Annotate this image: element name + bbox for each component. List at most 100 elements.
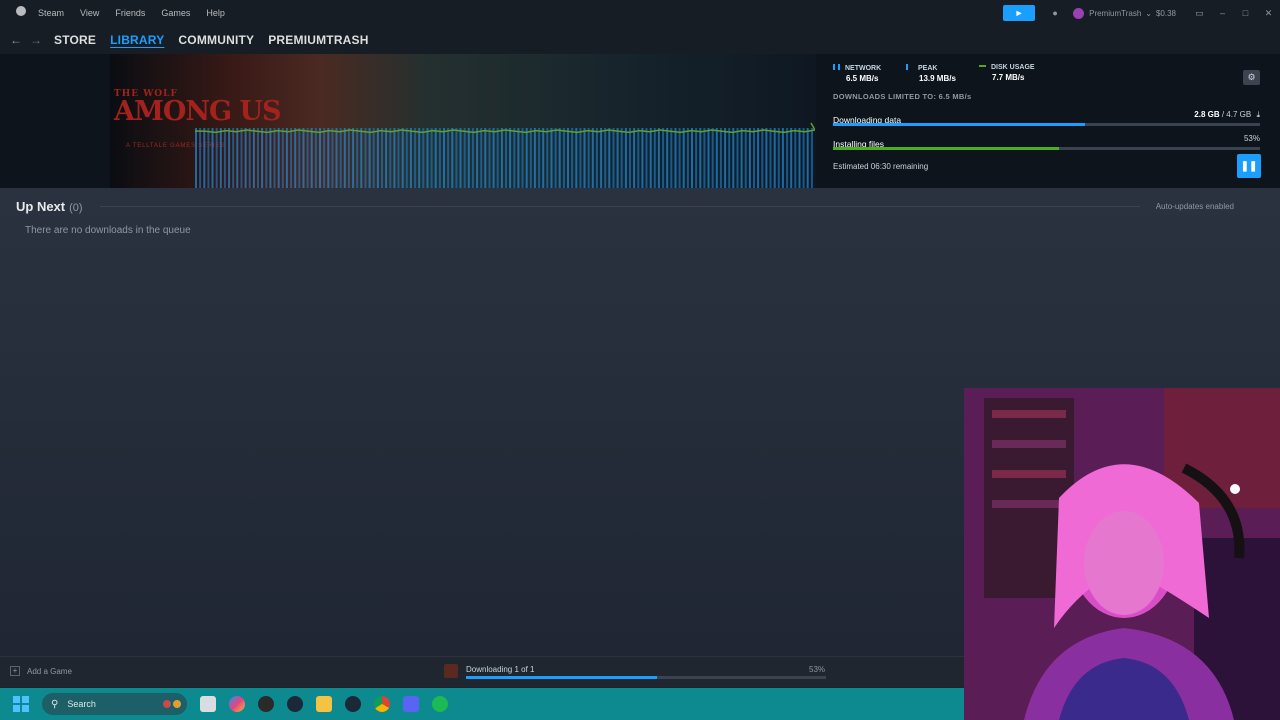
network-bar [786,128,789,188]
menu-steam[interactable]: Steam [30,0,72,26]
network-bar [686,128,689,188]
install-progress-bar [833,147,1260,150]
bar-chart-icon [833,64,840,70]
network-bar [331,128,334,188]
account-menu[interactable]: PremiumTrash ⌄ $0.38 [1073,7,1176,19]
chevron-down-icon: ⌄ [1145,8,1152,18]
network-bar [765,128,768,188]
network-usage-graph [195,122,815,188]
megaphone-icon[interactable]: ► [1003,5,1036,21]
big-picture-icon[interactable]: ▭ [1188,8,1211,19]
tab-profile[interactable]: PREMIUMTRASH [268,33,368,47]
steam-icon[interactable] [287,696,303,712]
downloads-status[interactable]: Downloading 1 of 1 [466,665,535,674]
network-bar [195,128,197,188]
download-progress-bar [833,123,1260,126]
menu-friends[interactable]: Friends [107,0,153,26]
network-bar [467,128,470,188]
spotify-icon[interactable] [432,696,448,712]
tab-community[interactable]: COMMUNITY [178,33,254,47]
network-bar [405,128,408,188]
network-bar [790,128,793,188]
webcam-overlay [964,388,1280,720]
tab-store[interactable]: STORE [54,33,96,47]
network-bar [211,128,214,188]
windows-start-icon[interactable] [13,696,29,712]
disk-line-icon [979,65,986,67]
game-thumbnail[interactable] [444,664,458,678]
menu-bar: Steam View Friends Games Help [0,0,233,26]
auto-updates-status[interactable]: Auto-updates enabled [1156,202,1234,211]
network-bar [587,128,590,188]
network-bar [269,128,272,188]
install-percent: 53% [1243,134,1260,143]
network-bar [529,128,532,188]
network-bar [732,128,735,188]
network-bar [327,128,330,188]
network-bar [319,128,321,188]
network-bar [517,128,520,188]
network-bar [707,128,710,188]
menu-help[interactable]: Help [198,0,233,26]
network-bar [480,128,483,188]
bell-icon[interactable]: ● [1045,8,1065,18]
pause-button[interactable]: ❚❚ [1237,154,1261,178]
network-bar [476,128,479,188]
empty-queue-message: There are no downloads in the queue [25,225,191,236]
network-bar [455,128,458,188]
network-bar [682,128,685,188]
network-bar [430,128,433,188]
steam-icon[interactable] [345,696,361,712]
network-bar [426,128,429,188]
menu-view[interactable]: View [72,0,107,26]
network-bar [290,128,293,188]
network-bar [397,128,400,188]
network-bar [649,128,652,188]
network-bar [352,128,355,188]
gear-icon[interactable]: ⚙ [1243,70,1260,85]
network-bar [794,128,797,188]
network-bar [314,128,317,188]
maximize-icon[interactable]: □ [1234,8,1257,18]
network-bar [484,128,487,188]
network-bar [513,128,516,188]
network-bar [666,128,669,188]
network-bar [281,128,284,188]
obs-icon[interactable] [258,696,274,712]
network-bar [509,128,512,188]
queue-count: (0) [69,202,83,214]
close-icon[interactable]: ✕ [1257,8,1280,19]
folder-icon[interactable] [316,696,332,712]
chrome-icon[interactable] [374,696,390,712]
network-bar [459,128,462,188]
forward-arrow-icon[interactable]: → [26,33,46,47]
network-bar [339,128,342,188]
network-bar [294,128,297,188]
network-bar [645,128,648,188]
network-bar [550,128,553,188]
network-bar [257,128,259,188]
file-explorer-icon[interactable] [200,696,216,712]
steam-logo-icon [8,0,30,26]
network-bar [691,128,693,188]
taskbar-search[interactable]: ⚲ Search [42,693,187,715]
divider [100,206,1140,207]
copilot-icon[interactable] [229,696,245,712]
account-name: PremiumTrash [1089,8,1142,18]
network-bar [364,128,367,188]
install-progress-fill [833,147,1060,150]
network-bar [744,128,747,188]
network-bar [757,128,760,188]
minimize-icon[interactable]: – [1211,8,1234,18]
back-arrow-icon[interactable]: ← [6,33,26,47]
add-game-button[interactable]: + Add a Game [10,666,72,676]
discord-icon[interactable] [403,696,419,712]
network-bar [567,128,569,188]
tab-library[interactable]: LIBRARY [110,33,164,47]
menu-games[interactable]: Games [153,0,198,26]
network-bar [347,128,350,188]
network-bar [401,128,404,188]
network-bar [728,128,731,188]
network-bar [624,128,627,188]
network-bar [798,128,801,188]
